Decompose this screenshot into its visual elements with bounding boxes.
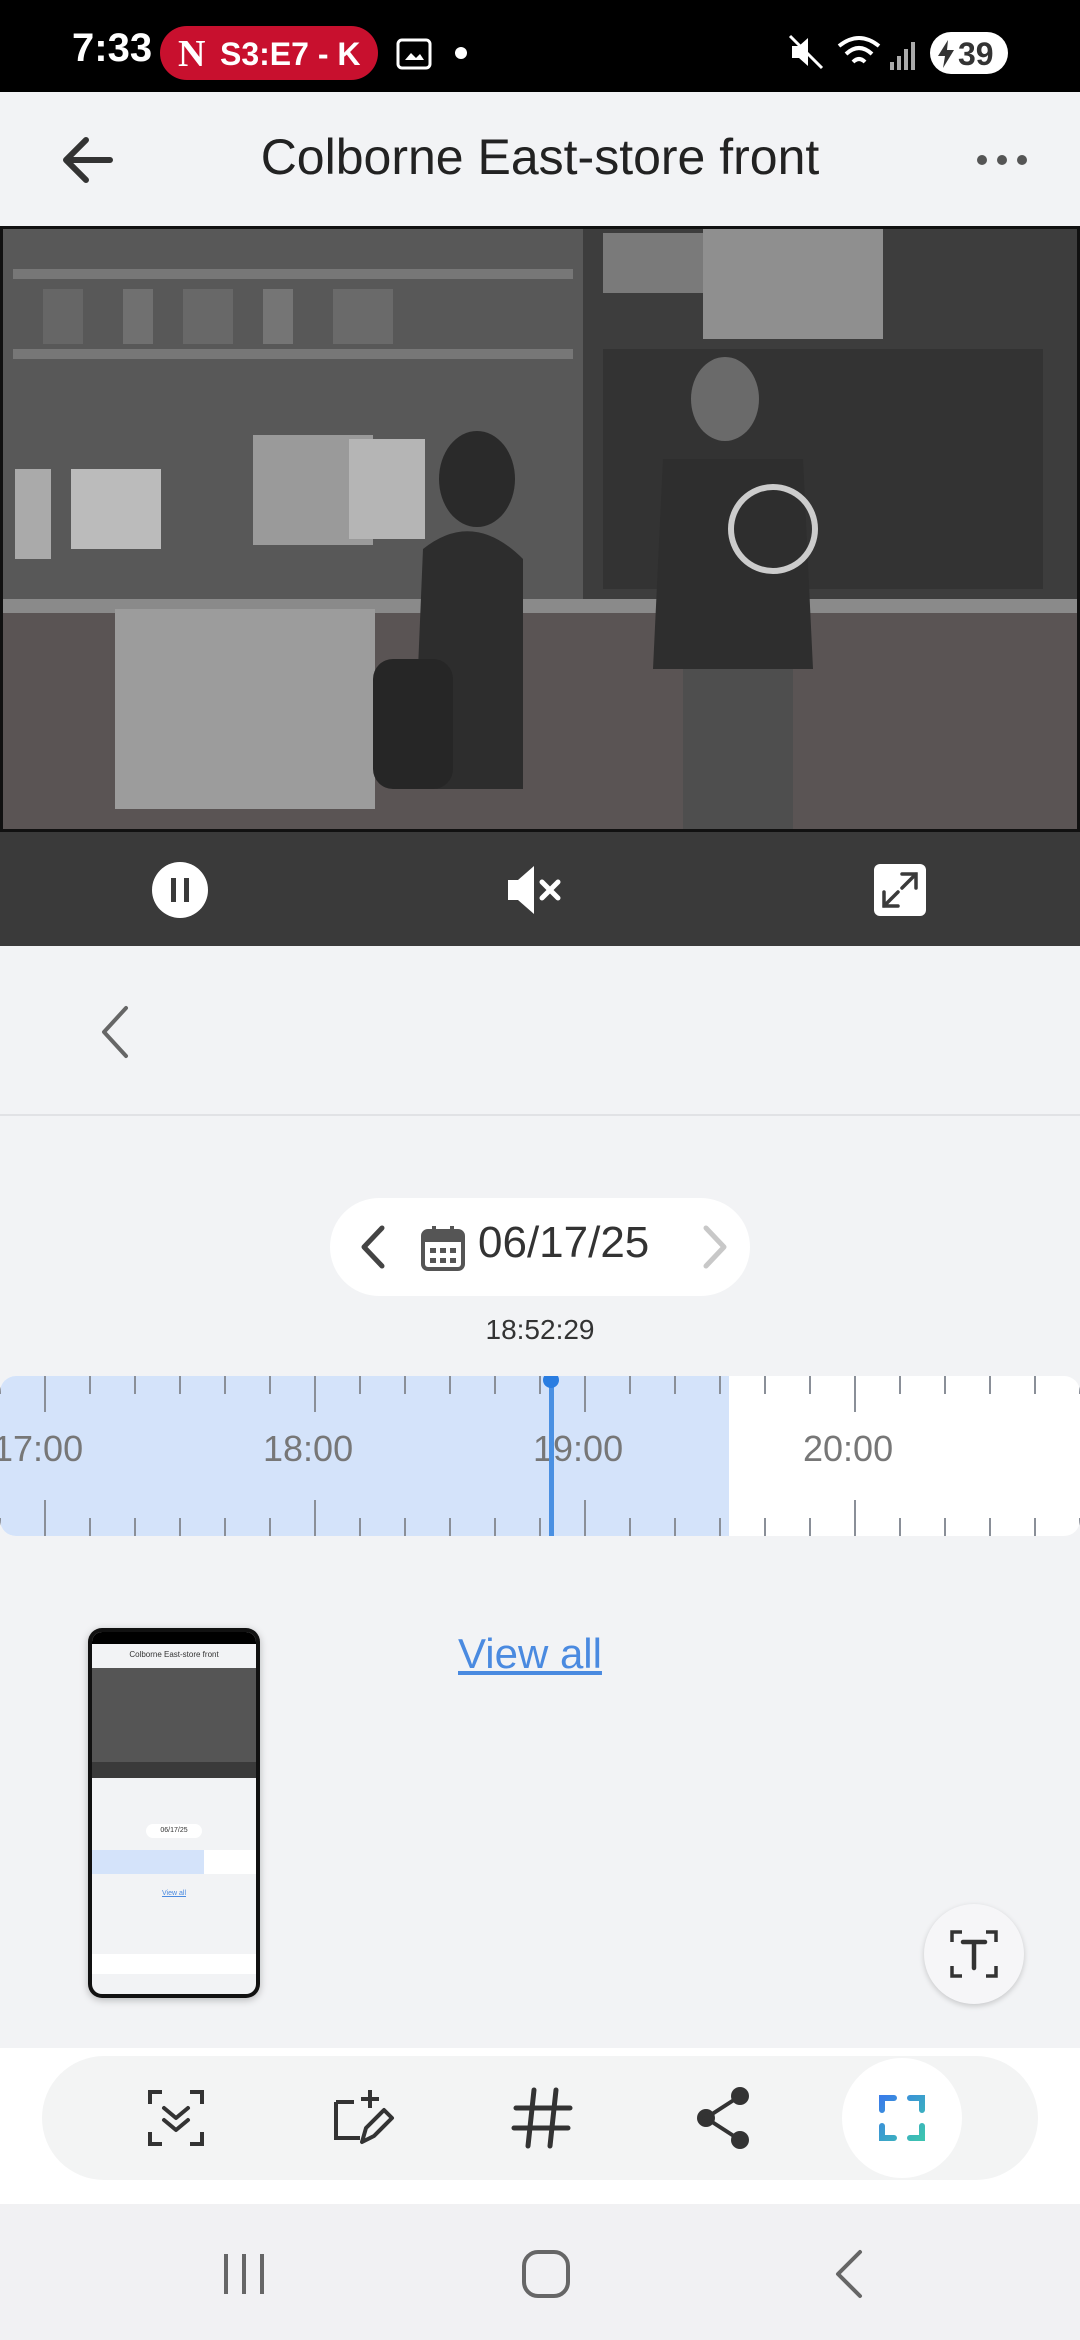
media-badge[interactable]: N S3:E7 - K xyxy=(160,26,378,80)
crop-icon xyxy=(879,2095,925,2141)
battery-icon: 39 xyxy=(930,32,1008,74)
screenshot-icon xyxy=(396,38,432,70)
crop-button[interactable] xyxy=(842,2058,962,2178)
page-title: Colborne East-store front xyxy=(260,129,820,185)
screenshot-thumbnail[interactable]: Colborne East-store front 06/17/25 View … xyxy=(88,1628,260,1998)
back-icon[interactable] xyxy=(820,2244,880,2304)
home-icon[interactable] xyxy=(516,2244,576,2304)
timeline-hour-label: 17:00 xyxy=(0,1428,84,1469)
status-bar: 7:33 N S3:E7 - K 39 xyxy=(0,0,1080,92)
mute-icon[interactable] xyxy=(504,860,564,920)
panel-collapse xyxy=(0,946,1080,1116)
thumbnail-date: 06/17/25 xyxy=(146,1824,202,1838)
calendar-icon[interactable] xyxy=(420,1224,466,1272)
selected-date[interactable]: 06/17/25 xyxy=(478,1218,649,1268)
chevron-right-icon[interactable] xyxy=(694,1222,734,1272)
date-picker: 06/17/25 xyxy=(330,1198,750,1296)
wifi-icon xyxy=(837,36,881,64)
scroll-capture-icon[interactable] xyxy=(138,2080,214,2156)
timeline[interactable]: 17:00 18:00 19:00 20:00 xyxy=(0,1376,1080,1536)
current-playback-time: 18:52:29 xyxy=(485,1314,595,1345)
timeline-hour-label: 19:00 xyxy=(533,1428,624,1469)
battery-level: 39 xyxy=(958,36,994,72)
notification-dot-icon xyxy=(455,47,467,59)
pause-icon[interactable] xyxy=(150,860,210,920)
video-controls xyxy=(0,832,1080,946)
header: Colborne East-store front xyxy=(0,92,1080,226)
thumbnail-title: Colborne East-store front xyxy=(129,1650,219,1659)
camera-video[interactable] xyxy=(0,226,1080,832)
playhead[interactable] xyxy=(549,1376,555,1536)
mute-icon xyxy=(788,34,824,70)
text-extract-icon xyxy=(950,1930,998,1978)
more-icon[interactable] xyxy=(972,132,1032,188)
recents-icon[interactable] xyxy=(214,2244,274,2304)
text-extract-button[interactable] xyxy=(924,1904,1024,2004)
draw-icon[interactable] xyxy=(322,2080,398,2156)
status-time: 7:33 xyxy=(72,26,153,70)
media-badge-text: S3:E7 - K xyxy=(220,36,361,72)
chevron-left-icon[interactable] xyxy=(354,1222,394,1272)
hashtag-icon[interactable] xyxy=(504,2080,580,2156)
system-nav-bar xyxy=(0,2204,1080,2340)
signal-icon xyxy=(890,42,915,70)
netflix-icon: N xyxy=(178,33,206,75)
thumbnail-view-all: View all xyxy=(162,1890,186,1897)
video-frame xyxy=(3,229,1077,829)
chevron-left-icon[interactable] xyxy=(96,1004,136,1060)
view-all-link[interactable]: View all xyxy=(458,1630,602,1678)
timeline-hour-label: 20:00 xyxy=(803,1428,894,1469)
share-icon[interactable] xyxy=(686,2080,762,2156)
timeline-hour-label: 18:00 xyxy=(263,1428,354,1469)
screenshot-toolbar xyxy=(42,2056,1038,2180)
fullscreen-icon[interactable] xyxy=(870,860,930,920)
